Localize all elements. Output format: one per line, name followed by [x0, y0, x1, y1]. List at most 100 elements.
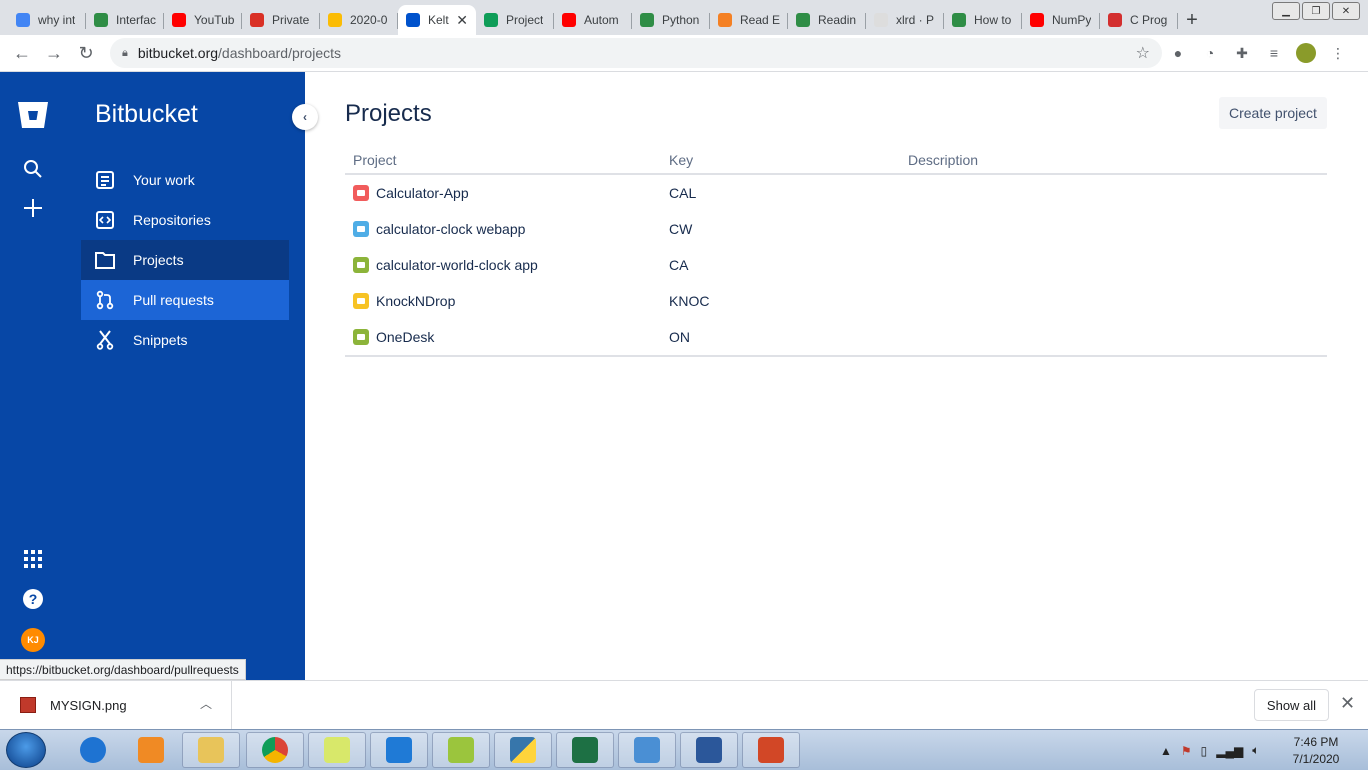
browser-tab[interactable]: Read E — [710, 5, 788, 35]
close-icon[interactable]: ✕ — [1340, 693, 1355, 714]
sidebar-item-pull-requests[interactable]: Pull requests — [81, 280, 289, 320]
table-row[interactable]: calculator-clock webapp CW — [345, 211, 1327, 247]
browser-menu-icon[interactable]: ⋮ — [1322, 37, 1354, 69]
sidebar-item-snippets[interactable]: Snippets — [81, 320, 289, 360]
avatar[interactable]: KJ — [21, 628, 45, 652]
browser-tab[interactable]: YouTub — [164, 5, 242, 35]
projects-icon — [95, 250, 115, 270]
taskbar-clock[interactable]: 7:46 PM 7/1/2020 — [1282, 734, 1350, 768]
app-switcher-icon[interactable] — [20, 546, 46, 572]
media-control-icon[interactable]: ≡ — [1258, 37, 1290, 69]
extensions-puzzle-icon[interactable]: ✚ — [1226, 37, 1258, 69]
show-hidden-icons-icon[interactable]: ▲ — [1160, 744, 1172, 758]
sidebar-item-label: Your work — [133, 172, 195, 188]
close-tab-icon[interactable]: ✕ — [456, 12, 468, 29]
tab-title: Private — [272, 13, 310, 27]
brand-title[interactable]: Bitbucket — [95, 100, 198, 129]
create-plus-icon[interactable] — [20, 195, 46, 221]
network-signal-icon[interactable]: ▂▄▆ — [1216, 744, 1243, 758]
file-explorer-icon[interactable] — [182, 732, 240, 768]
profile-avatar-icon[interactable] — [1290, 37, 1322, 69]
extension-circle-icon[interactable]: ● — [1162, 37, 1194, 69]
powerpoint-icon[interactable] — [742, 732, 800, 768]
python-icon[interactable] — [494, 732, 552, 768]
battery-icon[interactable]: ▯ — [1201, 744, 1208, 758]
column-header-key[interactable]: Key — [669, 152, 693, 168]
chrome-icon[interactable] — [246, 732, 304, 768]
volume-icon[interactable]: 🔈︎ — [1252, 743, 1259, 758]
internet-explorer-icon[interactable] — [64, 732, 122, 768]
close-window-button[interactable]: ✕ — [1332, 2, 1360, 20]
show-all-button[interactable]: Show all — [1254, 689, 1329, 721]
forward-icon[interactable]: → — [38, 37, 70, 69]
create-project-button[interactable]: Create project — [1219, 97, 1327, 129]
browser-tab[interactable]: xlrd · P — [866, 5, 944, 35]
download-item[interactable]: MYSIGN.png ︿ — [0, 681, 232, 729]
browser-tab[interactable]: How to — [944, 5, 1022, 35]
sidebar-item-projects[interactable]: Projects — [81, 240, 289, 280]
project-name: KnockNDrop — [376, 293, 456, 309]
vaadin-icon — [1108, 13, 1122, 27]
browser-tab[interactable]: Readin — [788, 5, 866, 35]
table-row[interactable]: calculator-world-clock app CA — [345, 247, 1327, 283]
browser-tab[interactable]: Private — [242, 5, 320, 35]
column-header-project[interactable]: Project — [353, 152, 397, 168]
sidebar-item-your-work[interactable]: Your work — [81, 160, 289, 200]
address-bar[interactable]: 🔒︎ bitbucket.org/dashboard/projects ☆ — [110, 38, 1162, 68]
reload-icon[interactable]: ↻ — [70, 37, 102, 69]
tab-title: Autom — [584, 13, 619, 27]
project-name-link[interactable]: calculator-world-clock app — [353, 257, 538, 273]
browser-tab[interactable]: why int — [8, 5, 86, 35]
column-header-description[interactable]: Description — [908, 152, 978, 168]
browser-tab[interactable]: Interfac — [86, 5, 164, 35]
vscode-icon[interactable] — [370, 732, 428, 768]
help-icon[interactable]: ? — [20, 586, 46, 612]
collapse-sidebar-chevron-icon[interactable]: ‹ — [292, 104, 318, 130]
project-name-link[interactable]: calculator-clock webapp — [353, 221, 525, 237]
browser-tab[interactable]: Project — [476, 5, 554, 35]
browser-tab[interactable]: C Prog — [1100, 5, 1178, 35]
browser-tab[interactable]: 2020-0 — [320, 5, 398, 35]
project-name-link[interactable]: OneDesk — [353, 329, 434, 345]
tab-title: Python — [662, 13, 700, 27]
media-player-icon[interactable] — [122, 732, 180, 768]
word-icon[interactable] — [680, 732, 738, 768]
table-row[interactable]: KnockNDrop KNOC — [345, 283, 1327, 319]
browser-tab[interactable]: Autom — [554, 5, 632, 35]
lock-icon: 🔒︎ — [122, 46, 128, 59]
photos-icon — [328, 13, 342, 27]
start-button[interactable] — [6, 732, 46, 768]
restore-button[interactable]: ❐ — [1302, 2, 1330, 20]
back-icon[interactable]: ← — [6, 37, 38, 69]
table-footer-divider — [345, 355, 1327, 357]
pypi-icon — [874, 13, 888, 27]
sticky-notes-icon[interactable] — [308, 732, 366, 768]
tab-title: C Prog — [1130, 13, 1168, 27]
bookmark-star-icon[interactable]: ☆ — [1136, 43, 1150, 63]
table-row[interactable]: Calculator-App CAL — [345, 175, 1327, 211]
tab-title: Kelt — [428, 13, 449, 27]
minimize-button[interactable]: ▁ — [1272, 2, 1300, 20]
project-name: calculator-world-clock app — [376, 257, 538, 273]
browser-tab[interactable]: NumPy — [1022, 5, 1100, 35]
your-work-icon — [95, 170, 115, 190]
search-icon[interactable] — [20, 156, 46, 182]
control-panel-icon[interactable] — [618, 732, 676, 768]
browser-tab[interactable]: Python — [632, 5, 710, 35]
projects-table: Project Key Description Calculator-App CA… — [345, 147, 1327, 357]
project-key: CAL — [669, 185, 697, 201]
sidebar-item-label: Projects — [133, 252, 184, 268]
extension-timer-icon[interactable]: ◔ — [1194, 37, 1226, 69]
project-name-link[interactable]: KnockNDrop — [353, 293, 455, 309]
excel-icon[interactable] — [556, 732, 614, 768]
bitbucket-logo-icon[interactable] — [17, 101, 49, 129]
action-center-flag-icon[interactable]: ⚑ — [1181, 744, 1192, 758]
project-name-link[interactable]: Calculator-App — [353, 185, 469, 201]
new-tab-icon[interactable]: + — [1178, 5, 1206, 35]
geeksforgeeks-icon — [952, 13, 966, 27]
table-row[interactable]: OneDesk ON — [345, 319, 1327, 355]
sidebar-item-repositories[interactable]: Repositories — [81, 200, 289, 240]
notepad-plus-icon[interactable] — [432, 732, 490, 768]
browser-tab[interactable]: Kelt ✕ — [398, 5, 476, 35]
chevron-up-icon[interactable]: ︿ — [200, 695, 212, 712]
